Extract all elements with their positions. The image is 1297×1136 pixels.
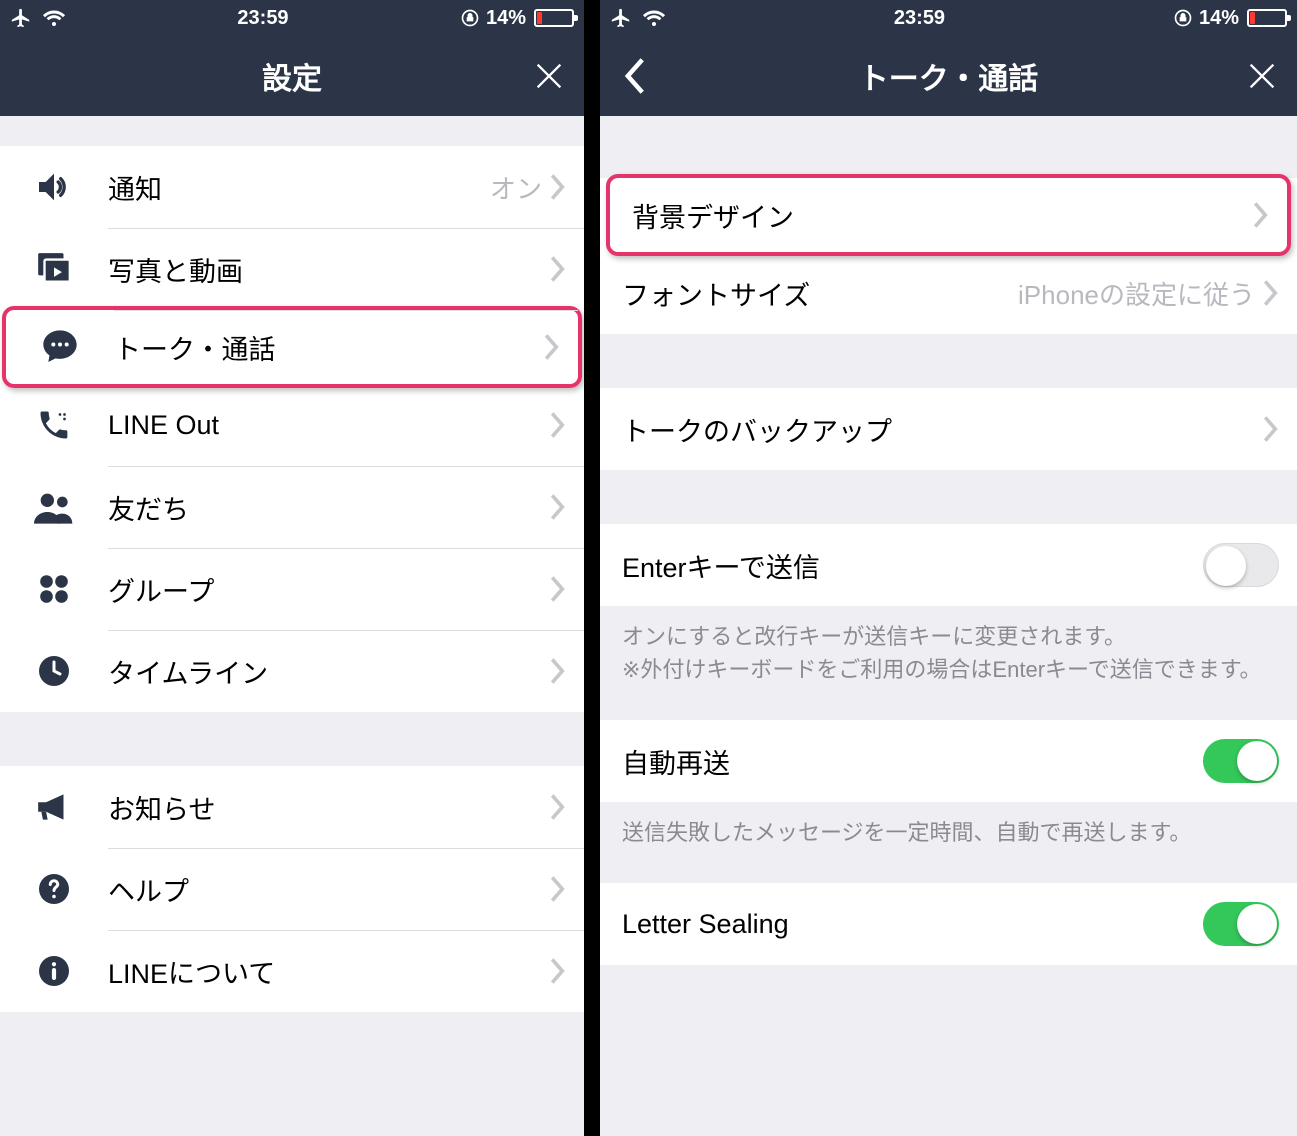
speaker-icon [28,161,80,213]
row-label: 友だち [108,488,550,527]
chevron-right-icon [1253,202,1269,228]
page-title: 設定 [262,54,322,98]
footnote-auto-resend: 送信失敗したメッセージを一定時間、自動で再送します。 [600,802,1297,869]
friends-icon [28,481,80,533]
row-label: トーク・通話 [114,328,544,367]
row-label: Letter Sealing [622,909,1203,940]
row-about-line[interactable]: LINEについて [0,930,584,1012]
battery-icon [534,9,574,27]
row-label: LINE Out [108,410,550,441]
footnote-enter-send: オンにすると改行キーが送信キーに変更されます。 ※外付けキーボードをご利用の場合… [600,606,1297,706]
settings-screen: 23:59 14% 設定 通知 オン 写真と動画 [0,0,584,1136]
close-button[interactable] [1227,36,1297,116]
groups-icon [28,563,80,615]
row-label: 通知 [108,168,490,207]
row-label: 背景デザイン [632,196,1253,235]
row-notifications[interactable]: 通知 オン [0,146,584,228]
row-background-design[interactable]: 背景デザイン [606,174,1291,256]
row-timeline[interactable]: タイムライン [0,630,584,712]
row-label: ヘルプ [108,870,550,909]
row-value: オン [490,169,542,206]
row-label: フォントサイズ [622,274,810,313]
row-label: 自動再送 [622,742,1203,781]
nav-header: トーク・通話 [600,36,1297,116]
status-bar: 23:59 14% [600,0,1297,36]
back-button[interactable] [600,36,670,116]
chevron-right-icon [1263,280,1279,306]
row-auto-resend: 自動再送 [600,720,1297,802]
row-help[interactable]: ヘルプ [0,848,584,930]
clock-icon [28,645,80,697]
chat-bubble-icon [34,321,86,373]
row-talk-backup[interactable]: トークのバックアップ [600,388,1297,470]
phone-out-icon [28,399,80,451]
settings-group-1: 通知 オン 写真と動画 トーク・通話 LINE Out [0,146,584,712]
help-icon [28,863,80,915]
chevron-right-icon [550,256,566,282]
row-friends[interactable]: 友だち [0,466,584,548]
wifi-icon [642,8,666,28]
chevron-right-icon [550,174,566,200]
chevron-right-icon [550,576,566,602]
settings-group-2: お知らせ ヘルプ LINEについて [0,766,584,1012]
row-label: LINEについて [108,952,550,991]
media-icon [28,243,80,295]
row-label: 写真と動画 [108,250,550,289]
close-button[interactable] [514,36,584,116]
chevron-right-icon [544,334,560,360]
orientation-lock-icon [460,8,480,28]
status-bar: 23:59 14% [0,0,584,36]
status-time: 23:59 [237,7,288,30]
chevron-right-icon [550,794,566,820]
chevron-right-icon [550,876,566,902]
row-label: トークのバックアップ [622,410,1263,449]
chevron-right-icon [550,494,566,520]
megaphone-icon [28,781,80,833]
chevron-right-icon [550,958,566,984]
talk-call-screen: 23:59 14% トーク・通話 背景デザイン フォントサイズ iPhoneの設… [600,0,1297,1136]
battery-pct: 14% [1199,7,1239,30]
row-talk-call[interactable]: トーク・通話 [2,306,582,388]
chevron-right-icon [550,658,566,684]
row-value: iPhoneの設定に従う [830,275,1255,312]
orientation-lock-icon [1173,8,1193,28]
battery-icon [1247,9,1287,27]
row-label: タイムライン [108,652,550,691]
row-groups[interactable]: グループ [0,548,584,630]
row-news[interactable]: お知らせ [0,766,584,848]
toggle-auto-resend[interactable] [1203,739,1279,783]
airplane-icon [610,7,632,29]
row-font-size[interactable]: フォントサイズ iPhoneの設定に従う [600,252,1297,334]
wifi-icon [42,8,66,28]
row-label: お知らせ [108,788,550,827]
toggle-letter-sealing[interactable] [1203,902,1279,946]
row-line-out[interactable]: LINE Out [0,384,584,466]
battery-pct: 14% [486,7,526,30]
row-label: Enterキーで送信 [622,546,1203,585]
status-time: 23:59 [894,7,945,30]
row-enter-send: Enterキーで送信 [600,524,1297,606]
info-icon [28,945,80,997]
nav-header: 設定 [0,36,584,116]
chevron-right-icon [550,412,566,438]
page-title: トーク・通話 [859,54,1038,98]
airplane-icon [10,7,32,29]
row-letter-sealing: Letter Sealing [600,883,1297,965]
row-label: グループ [108,570,550,609]
toggle-enter-send[interactable] [1203,543,1279,587]
row-photos-videos[interactable]: 写真と動画 [0,228,584,310]
chevron-right-icon [1263,416,1279,442]
